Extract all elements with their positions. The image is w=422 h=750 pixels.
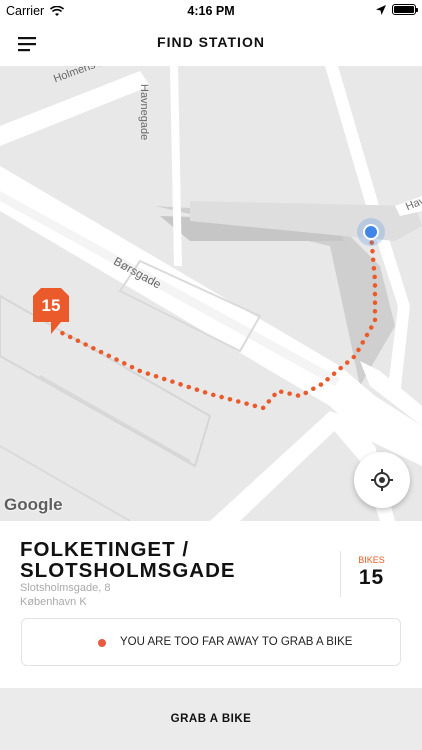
status-bar: Carrier 4:16 PM (0, 0, 422, 22)
page-title: FIND STATION (157, 34, 265, 50)
station-address: Slotsholmsgade, 8 København K (20, 581, 111, 609)
google-logo: Google (4, 495, 63, 514)
user-location (357, 218, 385, 246)
road (170, 66, 182, 266)
location-arrow-icon (376, 4, 386, 15)
road (325, 66, 385, 226)
bikes-count: 15 (358, 566, 385, 589)
user-location-dot (363, 224, 379, 240)
status-time: 4:16 PM (187, 4, 235, 18)
address-line1: Slotsholmsgade, 8 (20, 582, 111, 594)
alert-dot-icon (98, 639, 106, 647)
status-right (376, 4, 418, 15)
street-label: Havnegade (138, 84, 150, 141)
bikes-count-box: BIKES 15 (340, 551, 402, 597)
locate-me-button[interactable] (354, 452, 410, 508)
battery-icon (392, 4, 418, 15)
alert-message: YOU ARE TOO FAR AWAY TO GRAB A BIKE (120, 636, 353, 648)
grab-bike-button[interactable]: GRAB A BIKE (0, 688, 422, 750)
address-line2: København K (20, 596, 87, 608)
station-name-line2: SLOTSHOLMSGADE (20, 559, 236, 582)
crosshair-icon (371, 469, 393, 491)
nav-bar: FIND STATION (0, 22, 422, 66)
distance-alert: YOU ARE TOO FAR AWAY TO GRAB A BIKE (21, 618, 401, 666)
bikes-label: BIKES (358, 555, 385, 565)
station-name-line1: FOLKETINGET / (20, 538, 190, 561)
road (0, 71, 150, 146)
station-name: FOLKETINGET / SLOTSHOLMSGADE (20, 539, 330, 581)
map-view[interactable]: Holmens Kanal Havnegade Børsgade Hav 15 … (0, 66, 422, 521)
road (210, 411, 348, 521)
station-marker-count: 15 (41, 296, 61, 315)
station-marker[interactable]: 15 (33, 288, 69, 334)
